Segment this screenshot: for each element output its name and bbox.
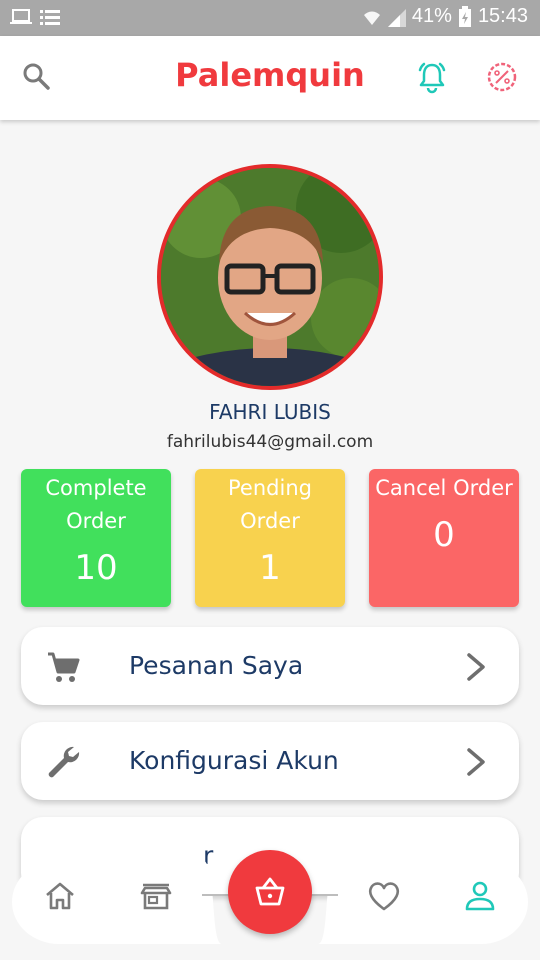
- profile-photo: [161, 168, 379, 386]
- avatar[interactable]: [157, 164, 383, 390]
- heart-icon[interactable]: [366, 878, 402, 914]
- list-icon: [40, 10, 60, 25]
- wifi-icon: [363, 11, 380, 25]
- bottom-nav: [12, 850, 528, 944]
- app-bar: Palemquin: [0, 36, 540, 120]
- card-count: 10: [74, 548, 118, 588]
- card-label: Complete Order: [45, 476, 147, 533]
- app-title: Palemquin: [175, 56, 365, 94]
- pending-order-card[interactable]: Pending Order 1: [195, 469, 345, 607]
- battery-charging-icon: [458, 5, 471, 27]
- status-bar: 41% 15:43: [0, 0, 540, 36]
- clock: 15:43: [477, 5, 528, 27]
- basket-button[interactable]: [228, 850, 312, 934]
- card-label: Cancel Order: [375, 476, 513, 500]
- status-notifications: [10, 8, 60, 26]
- card-label: Pending Order: [228, 476, 312, 533]
- card-count: 0: [433, 515, 455, 555]
- basket-icon: [255, 877, 285, 906]
- profile-name: FAHRI LUBIS: [209, 400, 331, 424]
- menu-item-pesanan-saya[interactable]: Pesanan Saya: [21, 627, 519, 705]
- wrench-icon: [48, 746, 80, 778]
- cancel-order-card[interactable]: Cancel Order 0: [369, 469, 519, 607]
- home-icon[interactable]: [42, 878, 78, 914]
- menu-label: Pesanan Saya: [129, 651, 304, 680]
- cart-icon: [48, 652, 80, 682]
- battery-percent: 41%: [411, 5, 452, 27]
- complete-order-card[interactable]: Complete Order 10: [21, 469, 171, 607]
- discount-icon[interactable]: [485, 60, 519, 94]
- bell-icon[interactable]: [415, 60, 449, 94]
- store-icon[interactable]: [138, 878, 174, 914]
- profile-icon[interactable]: [462, 878, 498, 914]
- signal-icon: [387, 8, 406, 27]
- laptop-icon: [10, 9, 32, 24]
- chevron-right-icon: [467, 748, 485, 776]
- chevron-right-icon: [467, 653, 485, 681]
- card-count: 1: [259, 548, 281, 588]
- profile-email: fahrilubis44@gmail.com: [166, 432, 374, 452]
- menu-item-konfigurasi-akun[interactable]: Konfigurasi Akun: [21, 722, 519, 800]
- menu-label: Konfigurasi Akun: [129, 746, 339, 775]
- status-system: 41% 15:43: [362, 5, 528, 28]
